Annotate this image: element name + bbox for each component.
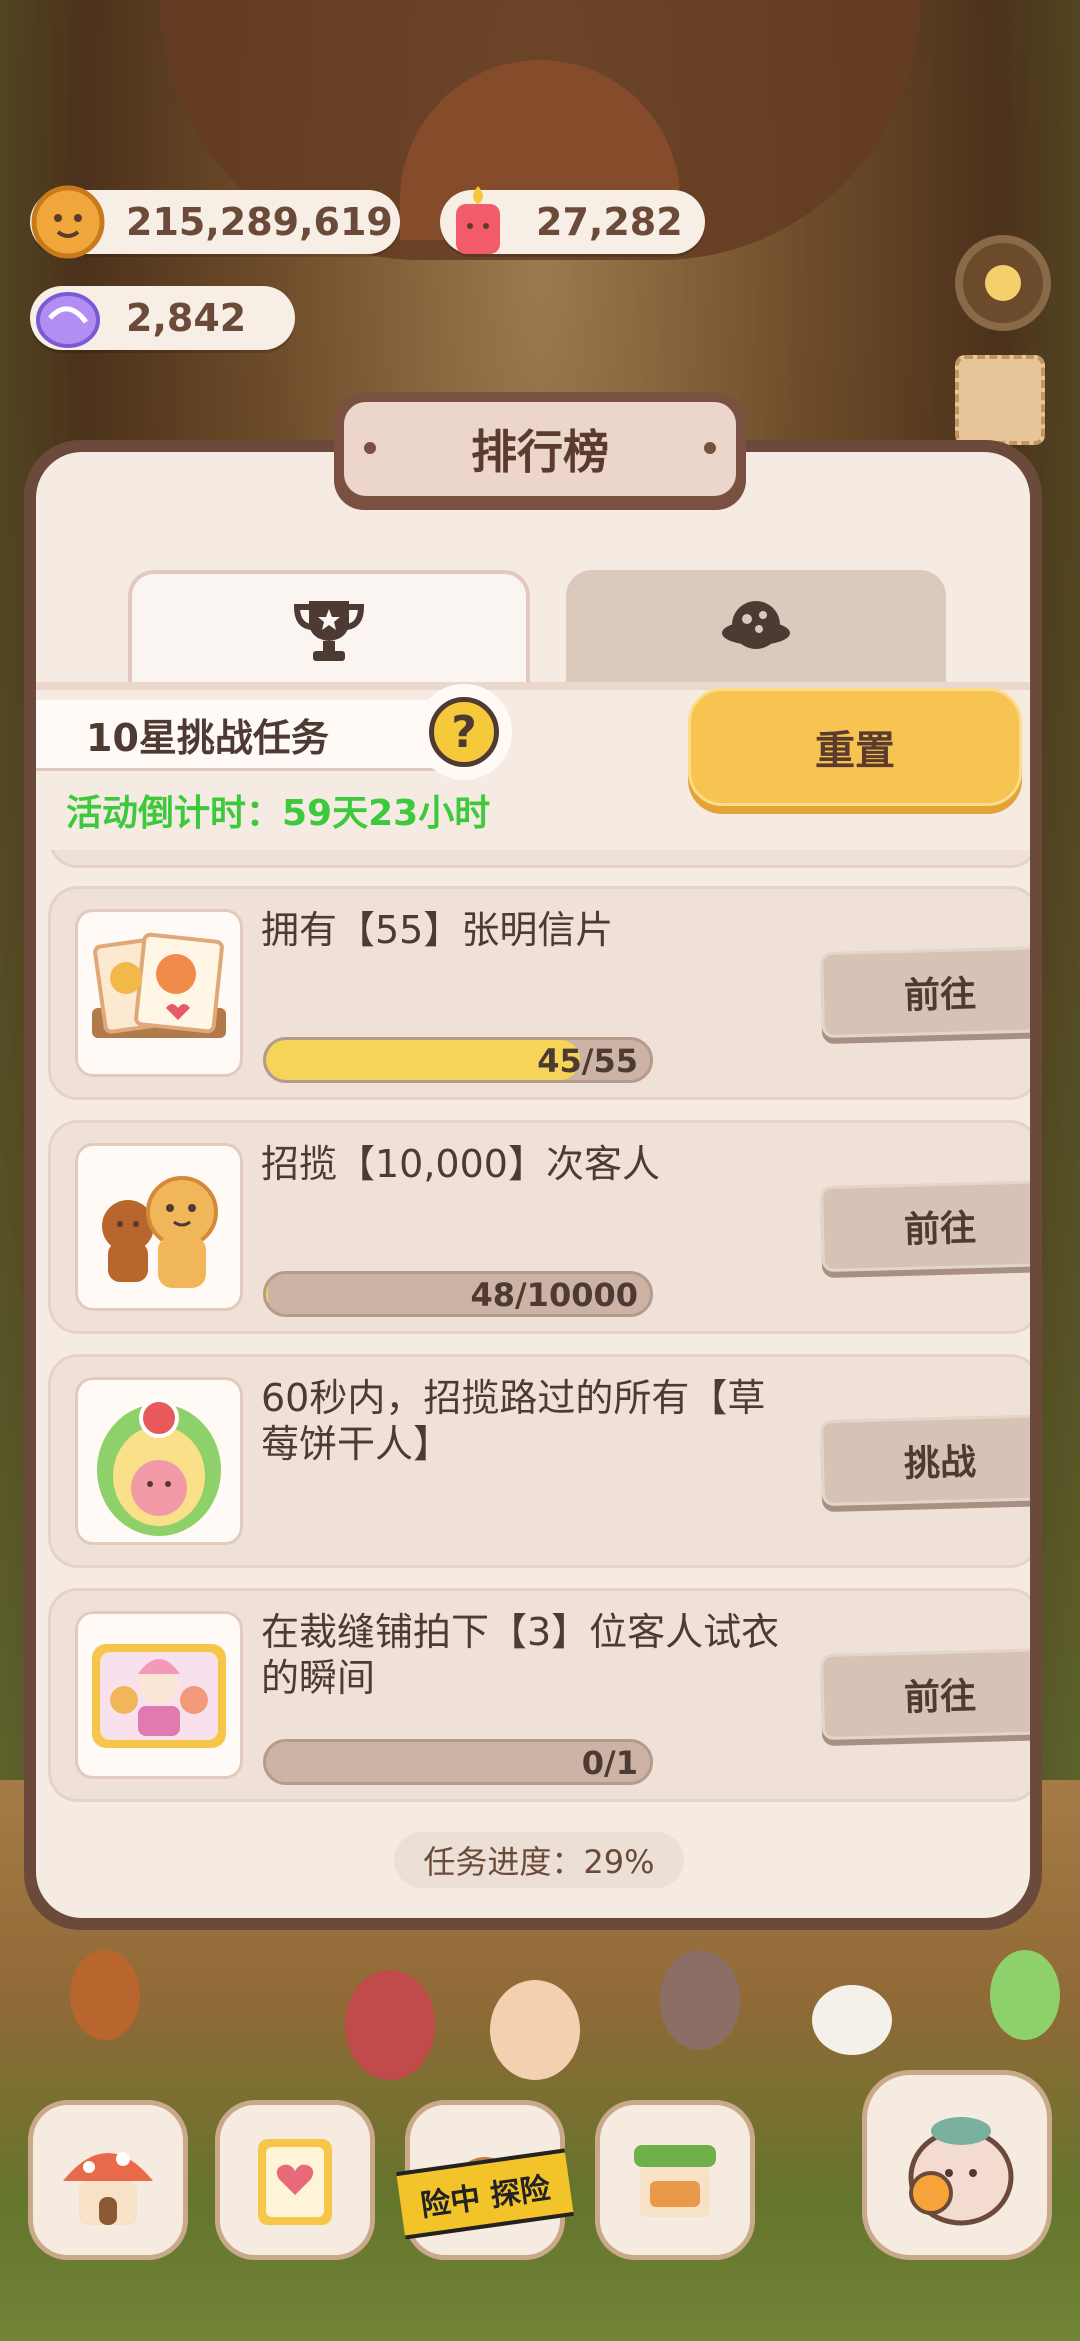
cookie-amount: 215,289,619 <box>126 200 393 244</box>
clock-mascot-button[interactable] <box>862 2070 1052 2260</box>
leaderboard-panel: 10星挑战任务 ? 活动倒计时：59天23小时 重置 拥有【55】张明信片 45… <box>24 440 1042 1930</box>
postcards-icon <box>75 909 243 1077</box>
task-description: 60秒内，招揽路过的所有【草莓饼干人】 <box>261 1376 766 1466</box>
task-list[interactable]: 拥有【55】张明信片 45/55 前往 招揽【10,000】次客人 48/100… <box>36 850 1030 1826</box>
candle-currency: 27,282 <box>440 186 705 254</box>
crystal-amount: 2,842 <box>126 296 247 340</box>
red-hair-customer <box>345 1970 435 2080</box>
clock-mascot-icon <box>908 2117 1014 2226</box>
settings-gear-icon[interactable] <box>955 235 1051 331</box>
progress-label: 0/1 <box>581 1744 638 1782</box>
crystal-candy-icon <box>24 274 112 362</box>
task-card: 招揽【10,000】次客人 48/10000 前往 <box>48 1120 1030 1334</box>
mushroom-house-button[interactable] <box>28 2100 188 2260</box>
strawberry-cookie-icon <box>75 1377 243 1545</box>
challenge-title-text: 10星挑战任务 <box>86 715 329 760</box>
gingerbread-customer <box>70 1950 140 2040</box>
tab-trophy[interactable] <box>128 570 530 686</box>
crystal-currency: 2,842 <box>30 286 295 350</box>
reset-button[interactable]: 重置 <box>688 688 1022 806</box>
task-progress-bar: 45/55 <box>263 1037 653 1083</box>
task-description: 招揽【10,000】次客人 <box>261 1142 660 1186</box>
task-progress-bar: 0/1 <box>263 1739 653 1785</box>
cookie-currency: 215,289,619 <box>30 185 400 259</box>
progress-label: 48/10000 <box>470 1276 638 1314</box>
shop-stall-icon <box>634 2145 716 2217</box>
progress-fill <box>266 1274 268 1314</box>
overall-progress: 任务进度：29% <box>394 1832 684 1888</box>
stamp-badge-icon[interactable] <box>955 355 1045 445</box>
task-progress-bar: 48/10000 <box>263 1271 653 1317</box>
task-description: 在裁缝铺拍下【3】位客人试衣的瞬间 <box>261 1610 780 1700</box>
task-card: 60秒内，招揽路过的所有【草莓饼干人】 挑战 <box>48 1354 1030 1568</box>
challenge-button[interactable]: 挑战 <box>819 1413 1030 1507</box>
cookie-coin-icon <box>24 178 112 266</box>
task-card: 在裁缝铺拍下【3】位客人试衣的瞬间 0/1 前往 <box>48 1588 1030 1802</box>
plate-rivet <box>704 442 716 454</box>
panel-title: 排行榜 <box>471 425 609 479</box>
mushroom-house-icon <box>63 2152 153 2225</box>
panel-title-plate: 排行榜 <box>334 392 746 510</box>
task-card-partial <box>48 850 1030 868</box>
notebook-button[interactable] <box>215 2100 375 2260</box>
tailor-photo-icon <box>75 1611 243 1779</box>
plate-rivet <box>364 442 376 454</box>
go-button[interactable]: 前往 <box>819 1647 1030 1741</box>
event-countdown: 活动倒计时：59天23小时 <box>66 793 491 834</box>
candle-icon <box>434 178 522 266</box>
task-description: 拥有【55】张明信片 <box>261 908 614 952</box>
chef-customer <box>812 1985 892 2055</box>
panel-body: 10星挑战任务 ? 活动倒计时：59天23小时 重置 拥有【55】张明信片 45… <box>36 452 1030 1918</box>
green-cookie-customer <box>990 1950 1060 2040</box>
candle-amount: 27,282 <box>536 200 683 244</box>
heart-notebook-icon <box>258 2139 332 2225</box>
tab-planet[interactable] <box>566 570 946 682</box>
question-icon: ? <box>429 697 499 767</box>
go-button[interactable]: 前往 <box>819 945 1030 1039</box>
cat-customer <box>660 1950 740 2050</box>
gingerbread-icon <box>75 1143 243 1311</box>
go-button[interactable]: 前往 <box>819 1179 1030 1273</box>
progress-fill <box>266 1040 581 1080</box>
shop-stall-button[interactable] <box>595 2100 755 2260</box>
trophy-icon <box>293 601 365 661</box>
flower-customer <box>490 1980 580 2080</box>
progress-label: 45/55 <box>537 1042 638 1080</box>
planet-icon <box>722 601 790 649</box>
task-card: 拥有【55】张明信片 45/55 前往 <box>48 886 1030 1100</box>
help-button[interactable]: ? <box>416 684 512 780</box>
